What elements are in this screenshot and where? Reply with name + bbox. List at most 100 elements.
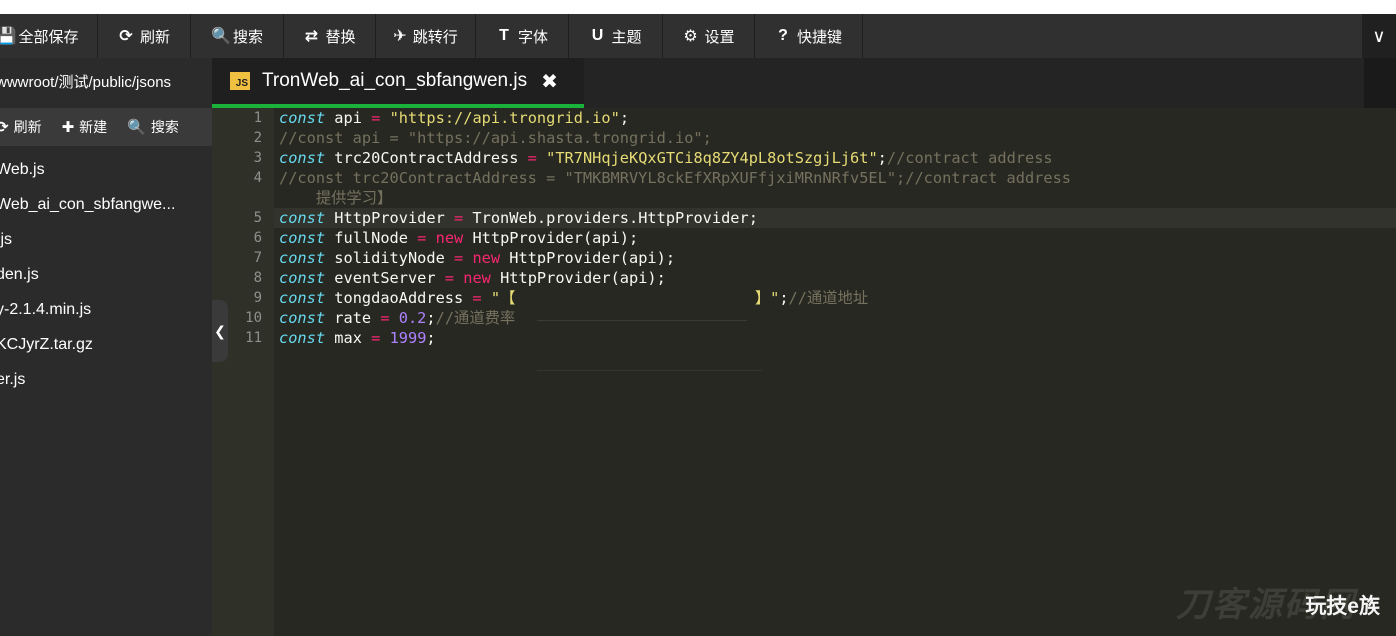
- code-token: new: [463, 269, 491, 287]
- toolbar-button-label: 搜索: [232, 28, 263, 46]
- toolbar-button-7[interactable]: ⚙ 设置: [663, 14, 755, 58]
- code-token: eventServer: [325, 269, 445, 287]
- code-token: 1999: [389, 329, 427, 347]
- search-icon: 🔍: [127, 119, 146, 136]
- code-token: "https://api.trongrid.io": [389, 109, 620, 127]
- search-icon: 🔍: [210, 28, 231, 45]
- sidebar-actions: ⟳ 刷新 ✚ 新建 🔍 搜索: [0, 108, 212, 146]
- toolbar-button-label: 设置: [704, 28, 735, 46]
- plus-icon: ✚: [61, 119, 75, 136]
- close-tab-icon[interactable]: ✖: [541, 69, 558, 94]
- code-token: =: [444, 269, 455, 287]
- toolbar-button-1[interactable]: ⟳ 刷新: [98, 14, 191, 58]
- code-line: 5 const HttpProvider = TronWeb.providers.…: [254, 208, 1396, 228]
- code-token: //const trc20ContractAddress = "TMKBMRVY…: [279, 169, 1072, 207]
- code-token: const: [279, 149, 326, 167]
- code-line: 1 const api = "https://api.trongrid.io";: [254, 108, 1396, 128]
- toolbar-button-2[interactable]: 🔍 搜索: [191, 14, 284, 58]
- code-token: //contract address: [886, 149, 1053, 167]
- code-line: 4 //const trc20ContractAddress = "TMKBMRV…: [254, 168, 1396, 208]
- sidebar-action-2[interactable]: 🔍 搜索: [127, 117, 179, 137]
- code-line: 2 //const api = "https://api.shasta.trong…: [254, 128, 1396, 148]
- code-line: 7 const solidityNode = new HttpProvider(a…: [254, 248, 1396, 268]
- code-token: HttpProvider(api);: [463, 229, 639, 247]
- code-text: const rate = 0.2;//通道费率: [274, 308, 1396, 328]
- code-token: HttpProvider: [325, 209, 454, 227]
- code-text: const tongdaoAddress = "【 】";//通道地址: [274, 288, 1396, 308]
- code-lines: 1 const api = "https://api.trongrid.io"; 2…: [245, 108, 1396, 348]
- js-file-icon: JS: [230, 72, 250, 90]
- code-token: rate: [325, 309, 381, 327]
- toolbar-button-8[interactable]: ? 快捷键: [755, 14, 863, 58]
- line-number: 7: [253, 250, 262, 266]
- code-text: const fullNode = new HttpProvider(api);: [274, 228, 1396, 248]
- tab-tronweb-ai-con-sbfangwen[interactable]: JS TronWeb_ai_con_sbfangwen.js ✖: [212, 58, 584, 108]
- code-text: const HttpProvider = TronWeb.providers.H…: [274, 208, 1396, 228]
- file-list-item[interactable]: er.js: [0, 362, 212, 397]
- sidebar-action-label: 搜索: [150, 119, 179, 135]
- code-token: const: [279, 269, 326, 287]
- code-token: =: [472, 289, 482, 307]
- code-line: 9 const tongdaoAddress = "【 】";//通道地址: [254, 288, 1396, 308]
- top-strip: [0, 0, 1396, 14]
- code-token: tongdaoAddress: [325, 289, 473, 307]
- toolbar-button-label: 字体: [517, 28, 548, 46]
- collapse-sidebar-chevron-icon[interactable]: ❮: [212, 300, 228, 362]
- toolbar-button-label: 快捷键: [796, 28, 842, 46]
- brand-watermark: 玩技e族: [1305, 595, 1380, 618]
- theme-magnet-icon: U: [591, 27, 604, 44]
- file-list-item[interactable]: KCJyrZ.tar.gz: [0, 327, 212, 362]
- code-editor[interactable]: 1 const api = "https://api.trongrid.io"; 2…: [212, 108, 1396, 636]
- tab-bar-scroll-area: [1364, 58, 1396, 108]
- code-token: TronWeb.providers.HttpProvider;: [463, 209, 758, 227]
- file-list-item[interactable]: y-2.1.4.min.js: [0, 292, 212, 327]
- toolbar-button-0[interactable]: 💾 全部保存: [0, 14, 98, 58]
- code-text: const eventServer = new HttpProvider(api…: [274, 268, 1396, 288]
- line-number: 1: [253, 110, 262, 126]
- code-token: ;: [426, 329, 436, 347]
- code-token: //通道费率: [435, 309, 516, 327]
- line-number: 3: [253, 150, 262, 166]
- toolbar-button-4[interactable]: ✈ 跳转行: [376, 14, 476, 58]
- toolbar-button-label: 主题: [611, 28, 642, 46]
- toolbar-button-5[interactable]: T 字体: [476, 14, 569, 58]
- code-token: solidityNode: [325, 249, 454, 267]
- code-text: const trc20ContractAddress = "TR7NHqjeKQ…: [274, 148, 1396, 168]
- code-token: api: [325, 109, 372, 127]
- collapse-toolbar-chevron-icon[interactable]: ∨: [1362, 14, 1396, 58]
- code-token: const: [279, 249, 326, 267]
- file-list-item[interactable]: Web_ai_con_sbfangwe...: [0, 187, 212, 222]
- code-line: 10 const rate = 0.2;//通道费率: [245, 308, 1396, 328]
- file-list: Web.jsWeb_ai_con_sbfangwe....jsden.jsy-2…: [0, 146, 212, 397]
- code-token: new: [435, 229, 464, 247]
- code-token: max: [325, 329, 372, 347]
- toolbar-button-6[interactable]: U 主题: [569, 14, 663, 58]
- code-text: const solidityNode = new HttpProvider(ap…: [274, 248, 1396, 268]
- refresh-icon: ⟳: [119, 28, 133, 45]
- toolbar-button-3[interactable]: ⇄ 替换: [284, 14, 376, 58]
- sidebar-action-0[interactable]: ⟳ 刷新: [0, 117, 42, 137]
- code-token: const: [279, 209, 326, 227]
- file-list-item[interactable]: Web.js: [0, 152, 212, 187]
- line-number: 4: [253, 170, 262, 186]
- faint-watermark-line: [537, 370, 762, 371]
- code-token: ;: [877, 149, 887, 167]
- file-list-item[interactable]: den.js: [0, 257, 212, 292]
- toolbar: 💾 全部保存 ⟳ 刷新 🔍 搜索 ⇄ 替换 ✈ 跳转行 T 字体 U 主题 ⚙ 设置? 快捷键 ∨: [0, 14, 1396, 58]
- code-token: =: [454, 249, 464, 267]
- code-token: =: [380, 309, 390, 327]
- code-token: ;: [426, 309, 436, 327]
- code-token: "TR7NHqjeKQxGTCi8q8ZY4pL8otSzgjLj6t": [546, 149, 878, 167]
- sidebar-action-1[interactable]: ✚ 新建: [62, 117, 108, 137]
- code-line: 6 const fullNode = new HttpProvider(api);: [254, 228, 1396, 248]
- code-token: trc20ContractAddress: [325, 149, 528, 167]
- code-token: HttpProvider(api);: [490, 269, 666, 287]
- code-token: const: [279, 309, 326, 327]
- code-token: //通道地址: [788, 289, 869, 307]
- file-sidebar: wwwroot/测试/public/jsons ⟳ 刷新 ✚ 新建 🔍 搜索 Web.js…: [0, 58, 212, 636]
- file-list-item[interactable]: .js: [0, 222, 212, 257]
